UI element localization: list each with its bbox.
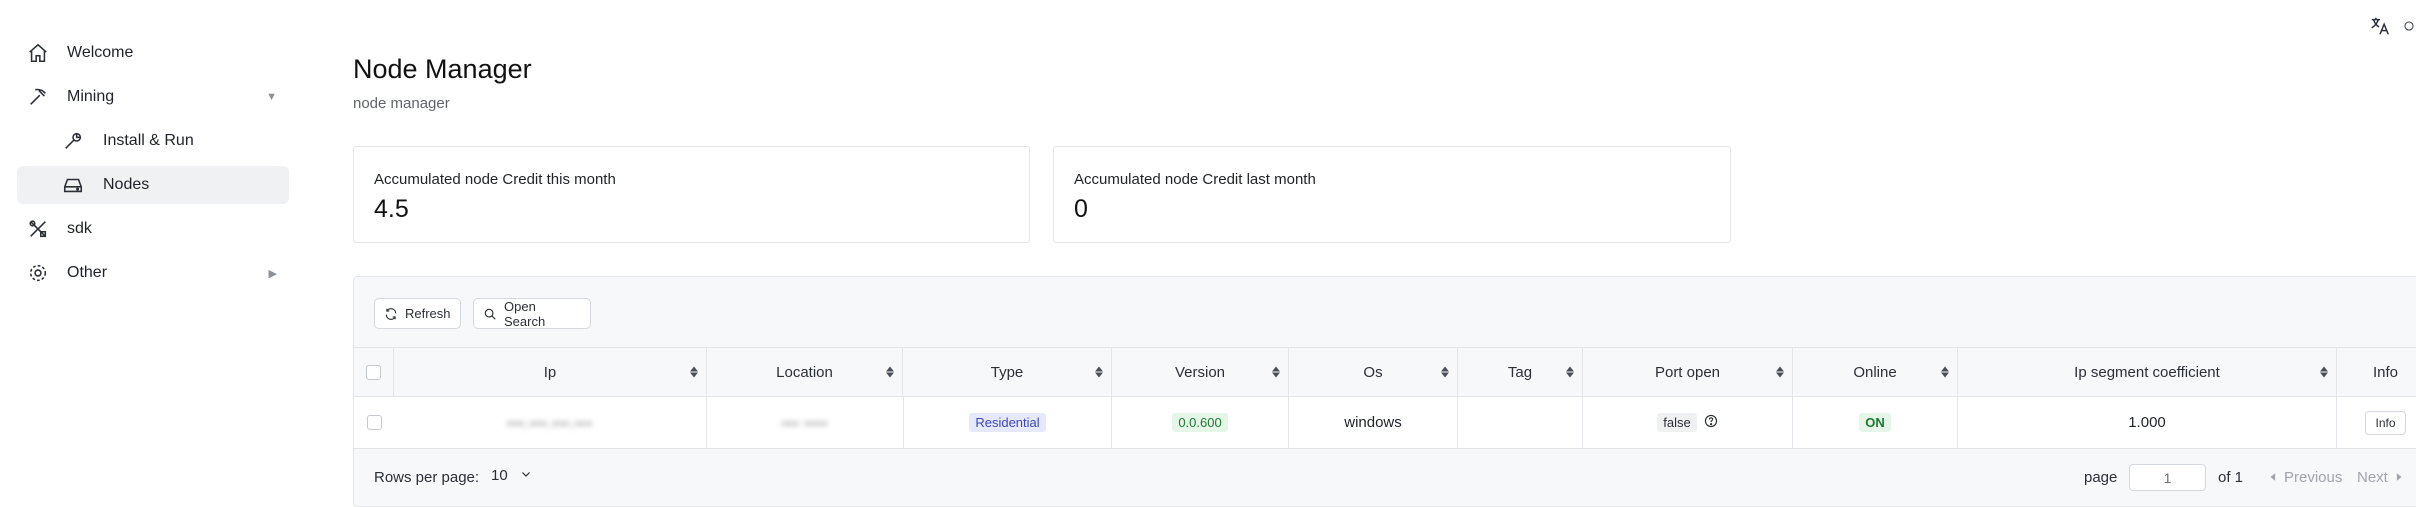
- cell-os: windows: [1289, 397, 1458, 448]
- column-header-location[interactable]: Location: [707, 348, 903, 396]
- sort-icon[interactable]: [690, 366, 698, 378]
- chevron-right-icon[interactable]: ▶: [269, 267, 277, 280]
- info-button[interactable]: Info: [2365, 410, 2406, 435]
- rows-per-page-label: Rows per page:: [374, 469, 480, 486]
- select-all-checkbox[interactable]: [366, 364, 381, 380]
- cell-ip: •••.•••.•••.•••: [394, 397, 707, 448]
- cell-info: Info: [2337, 397, 2416, 448]
- cell-port-open: false: [1583, 397, 1793, 448]
- sidebar-item-label: Welcome: [67, 44, 134, 61]
- page-label: page: [2084, 469, 2118, 486]
- stat-value: 4.5: [374, 195, 409, 223]
- sort-icon[interactable]: [886, 366, 894, 378]
- pickaxe-icon: [26, 85, 50, 109]
- sort-icon[interactable]: [1566, 366, 1574, 378]
- nodes-table-panel: Refresh Open Search Ip Location Type Ver…: [353, 276, 2416, 507]
- chevron-left-icon: [2268, 469, 2278, 486]
- sidebar-item-sdk[interactable]: sdk: [17, 210, 289, 248]
- cell-ip-segment-coefficient: 1.000: [1958, 397, 2337, 448]
- sidebar-item-welcome[interactable]: Welcome: [17, 34, 289, 72]
- location-value: ••• ••••: [781, 414, 829, 431]
- rows-per-page-select[interactable]: 10: [491, 467, 532, 484]
- cell-version: 0.0.600: [1112, 397, 1289, 448]
- sort-icon[interactable]: [1272, 366, 1280, 378]
- port-open-badge: false: [1657, 413, 1697, 432]
- column-header-ip[interactable]: Ip: [394, 348, 707, 396]
- column-header-ip-segment-coefficient[interactable]: Ip segment coefficient: [1958, 348, 2337, 396]
- gear-icon: [26, 261, 50, 285]
- page-subtitle: node manager: [353, 95, 450, 112]
- help-icon[interactable]: [1704, 414, 1718, 432]
- column-header-type[interactable]: Type: [903, 348, 1112, 396]
- home-icon: [26, 41, 50, 65]
- open-search-button[interactable]: Open Search: [473, 298, 591, 329]
- table-footer: Rows per page: 10 page of 1 Previous Nex…: [354, 449, 2416, 507]
- os-value: windows: [1344, 414, 1402, 431]
- chevron-down-icon: [520, 467, 532, 484]
- row-select-cell: [354, 397, 394, 448]
- stat-label: Accumulated node Credit this month: [374, 171, 616, 188]
- column-header-version[interactable]: Version: [1112, 348, 1289, 396]
- next-page-button[interactable]: Next: [2357, 469, 2404, 486]
- sidebar-item-label: Nodes: [103, 176, 150, 193]
- sort-icon[interactable]: [2320, 366, 2328, 378]
- column-header-tag[interactable]: Tag: [1458, 348, 1583, 396]
- sidebar-item-mining[interactable]: Mining ▼: [17, 78, 289, 116]
- online-badge: ON: [1859, 413, 1891, 432]
- sidebar-item-other[interactable]: Other ▶: [17, 254, 289, 292]
- column-header-os[interactable]: Os: [1289, 348, 1458, 396]
- theme-icon[interactable]: [2402, 12, 2416, 40]
- sidebar: Welcome Mining ▼ Install & Run Nodes sdk…: [0, 0, 300, 507]
- cell-location: ••• ••••: [707, 397, 903, 448]
- sort-icon[interactable]: [1095, 366, 1103, 378]
- row-checkbox[interactable]: [366, 415, 382, 430]
- page-title: Node Manager: [353, 54, 532, 84]
- coefficient-value: 1.000: [2128, 414, 2166, 431]
- chevron-right-icon: [2394, 469, 2404, 486]
- cell-type: Residential: [903, 397, 1112, 448]
- chevron-down-icon[interactable]: ▼: [266, 91, 277, 103]
- sort-icon[interactable]: [1776, 366, 1784, 378]
- column-header-port-open[interactable]: Port open: [1583, 348, 1793, 396]
- wrench-icon: [61, 129, 85, 153]
- search-icon: [483, 307, 497, 321]
- sidebar-item-nodes[interactable]: Nodes: [17, 166, 289, 204]
- refresh-icon: [384, 307, 398, 321]
- table-header: Ip Location Type Version Os Tag Port ope…: [354, 347, 2416, 397]
- previous-page-button[interactable]: Previous: [2268, 469, 2342, 486]
- sort-icon[interactable]: [1941, 366, 1949, 378]
- table-row[interactable]: •••.•••.•••.••• ••• •••• Residential 0.0…: [354, 397, 2416, 449]
- cell-tag: [1458, 397, 1583, 448]
- stat-card-last-month: Accumulated node Credit last month 0: [1053, 146, 1731, 243]
- select-all-cell: [354, 348, 394, 396]
- sidebar-item-label: Install & Run: [103, 132, 194, 149]
- column-header-online[interactable]: Online: [1793, 348, 1958, 396]
- tools-icon: [26, 217, 50, 241]
- page-count-label: of 1: [2218, 469, 2244, 486]
- sidebar-item-label: sdk: [67, 220, 92, 237]
- refresh-button[interactable]: Refresh: [374, 298, 461, 329]
- ip-value: •••.•••.•••.•••: [507, 414, 593, 431]
- cell-online: ON: [1793, 397, 1958, 448]
- type-badge: Residential: [969, 413, 1046, 432]
- sidebar-item-label: Other: [67, 264, 108, 281]
- drive-icon: [61, 173, 85, 197]
- stat-label: Accumulated node Credit last month: [1074, 171, 1316, 188]
- sidebar-item-label: Mining: [67, 88, 115, 105]
- column-header-info[interactable]: Info: [2337, 348, 2416, 396]
- version-badge: 0.0.600: [1172, 413, 1228, 432]
- stat-card-this-month: Accumulated node Credit this month 4.5: [353, 146, 1030, 243]
- sidebar-item-install-run[interactable]: Install & Run: [17, 122, 289, 160]
- page-number-input[interactable]: [2129, 464, 2206, 491]
- stat-value: 0: [1074, 195, 1088, 223]
- translate-icon[interactable]: [2366, 12, 2394, 40]
- sort-icon[interactable]: [1441, 366, 1449, 378]
